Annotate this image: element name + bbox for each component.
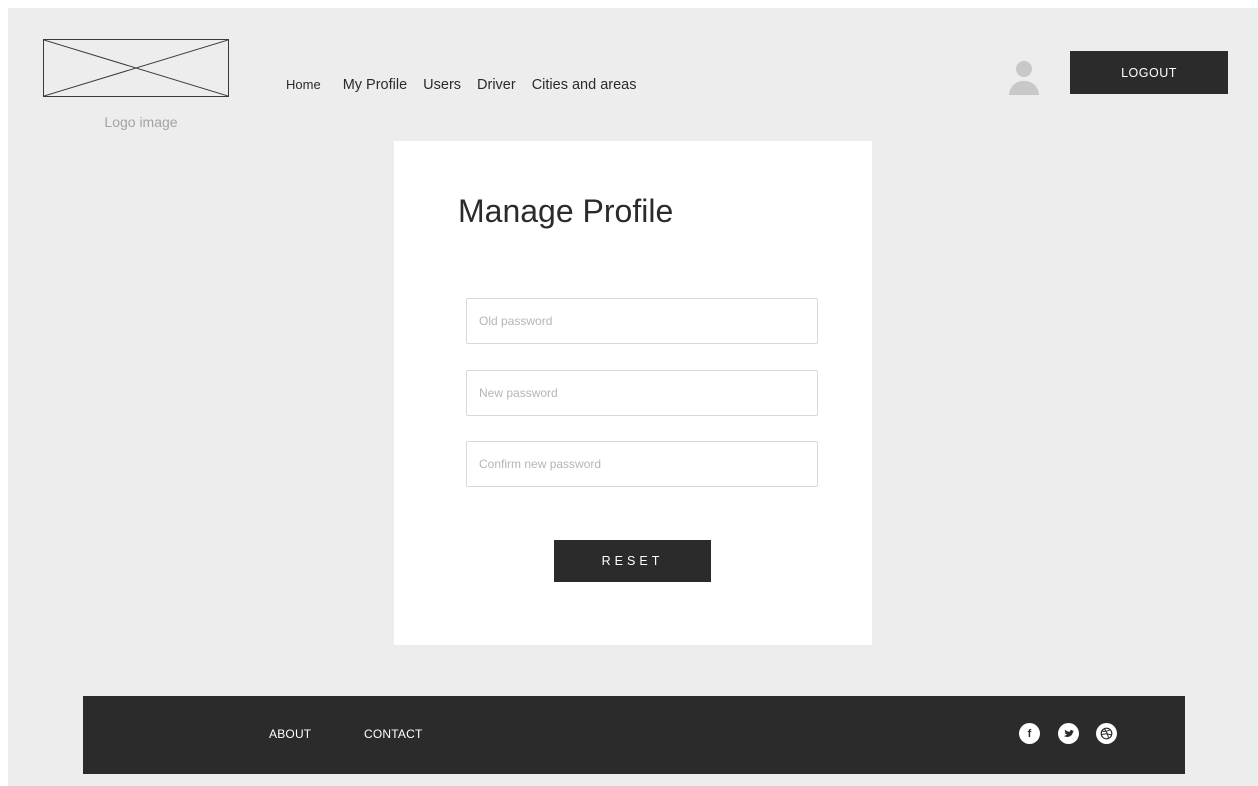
page-title: Manage Profile — [458, 193, 674, 229]
page-background: Logo image Home My Profile Users Driver … — [8, 8, 1258, 786]
nav-item-cities-and-areas[interactable]: Cities and areas — [532, 77, 637, 93]
footer-link-about[interactable]: ABOUT — [269, 727, 311, 741]
footer-link-contact[interactable]: CONTACT — [364, 727, 423, 741]
facebook-icon[interactable]: f — [1019, 723, 1040, 744]
user-icon[interactable] — [1009, 61, 1039, 97]
nav-item-my-profile[interactable]: My Profile — [343, 77, 407, 93]
dribbble-icon[interactable] — [1096, 723, 1117, 744]
confirm-password-field[interactable]: Confirm new password — [466, 441, 818, 487]
nav-item-driver[interactable]: Driver — [477, 77, 516, 93]
nav-item-users[interactable]: Users — [423, 77, 461, 93]
old-password-field[interactable]: Old password — [466, 298, 818, 344]
avatar-head — [1016, 61, 1032, 77]
logo-image-placeholder[interactable] — [43, 39, 229, 97]
logo-placeholder-icon — [44, 40, 228, 96]
main-nav: Home My Profile Users Driver Cities and … — [286, 77, 652, 93]
twitter-bird-glyph — [1063, 729, 1074, 737]
old-password-placeholder: Old password — [479, 314, 553, 328]
dribbble-ball-glyph — [1100, 727, 1113, 740]
nav-item-home[interactable]: Home — [286, 77, 321, 92]
footer: ABOUT CONTACT f — [83, 696, 1185, 774]
confirm-password-placeholder: Confirm new password — [479, 457, 602, 471]
new-password-field[interactable]: New password — [466, 370, 818, 416]
reset-button[interactable]: RESET — [554, 540, 711, 582]
logo-caption: Logo image — [104, 114, 178, 130]
avatar-shoulders — [1009, 81, 1039, 95]
logout-button[interactable]: LOGOUT — [1070, 51, 1228, 94]
new-password-placeholder: New password — [479, 386, 558, 400]
manage-profile-card: Manage Profile Old password New password… — [394, 141, 872, 645]
twitter-icon[interactable] — [1058, 723, 1079, 744]
